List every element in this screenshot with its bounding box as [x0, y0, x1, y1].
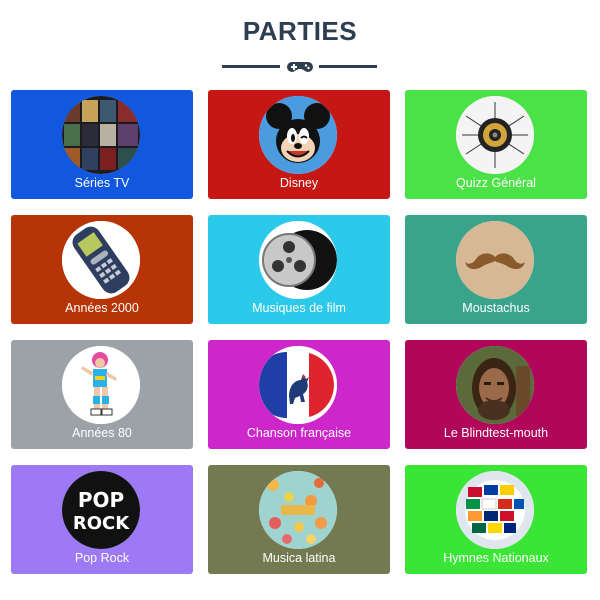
page-title: PARTIES [242, 16, 358, 46]
flags-globe-thumbnail [456, 471, 534, 549]
card-label: Séries TV [74, 176, 130, 190]
card-label: Musiques de film [252, 301, 346, 315]
film-reel-thumbnail [259, 221, 337, 299]
card-label: Hymnes Nationaux [443, 551, 549, 565]
mickey-thumbnail [259, 96, 337, 174]
caveman-thumbnail [456, 346, 534, 424]
game-card-annees-80[interactable]: Années 80 [11, 340, 193, 449]
game-card-hymnes-nationaux[interactable]: Hymnes Nationaux [405, 465, 587, 574]
svg-text:POP: POP [78, 488, 124, 512]
latina-thumbnail [259, 471, 337, 549]
game-grid: Séries TV Disney Quizz Général Années 20… [11, 90, 587, 574]
game-card-musica-latina[interactable]: Musica latina [208, 465, 390, 574]
speaker-thumbnail [456, 96, 534, 174]
mustache-thumbnail [456, 221, 534, 299]
game-card-series-tv[interactable]: Séries TV [11, 90, 193, 199]
card-label: Années 2000 [65, 301, 139, 315]
card-label: Chanson française [246, 426, 352, 440]
game-card-pop-rock[interactable]: POP ROCK Pop Rock [11, 465, 193, 574]
card-label: Pop Rock [74, 551, 130, 565]
gamepad-icon [287, 62, 313, 72]
french-flag-thumbnail [259, 346, 337, 424]
title-divider [0, 58, 600, 74]
card-label: Le Blindtest-mouth [443, 426, 549, 440]
divider-line-left [222, 65, 280, 68]
game-card-moustachus[interactable]: Moustachus [405, 215, 587, 324]
dancer-thumbnail [62, 346, 140, 424]
game-card-musiques-de-film[interactable]: Musiques de film [208, 215, 390, 324]
pop-rock-thumbnail: POP ROCK [62, 471, 140, 549]
card-label: Années 80 [72, 426, 132, 440]
game-card-chanson-francaise[interactable]: Chanson française [208, 340, 390, 449]
divider-line-right [319, 65, 377, 68]
phone-thumbnail [62, 221, 140, 299]
card-label: Moustachus [462, 301, 530, 315]
card-label: Disney [279, 176, 319, 190]
svg-text:ROCK: ROCK [73, 513, 130, 534]
card-label: Quizz Général [456, 176, 536, 190]
game-card-disney[interactable]: Disney [208, 90, 390, 199]
tv-series-thumbnail [62, 96, 140, 174]
game-card-annees-2000[interactable]: Années 2000 [11, 215, 193, 324]
game-card-quizz-general[interactable]: Quizz Général [405, 90, 587, 199]
card-label: Musica latina [262, 551, 336, 565]
game-card-blindtest-mouth[interactable]: Le Blindtest-mouth [405, 340, 587, 449]
